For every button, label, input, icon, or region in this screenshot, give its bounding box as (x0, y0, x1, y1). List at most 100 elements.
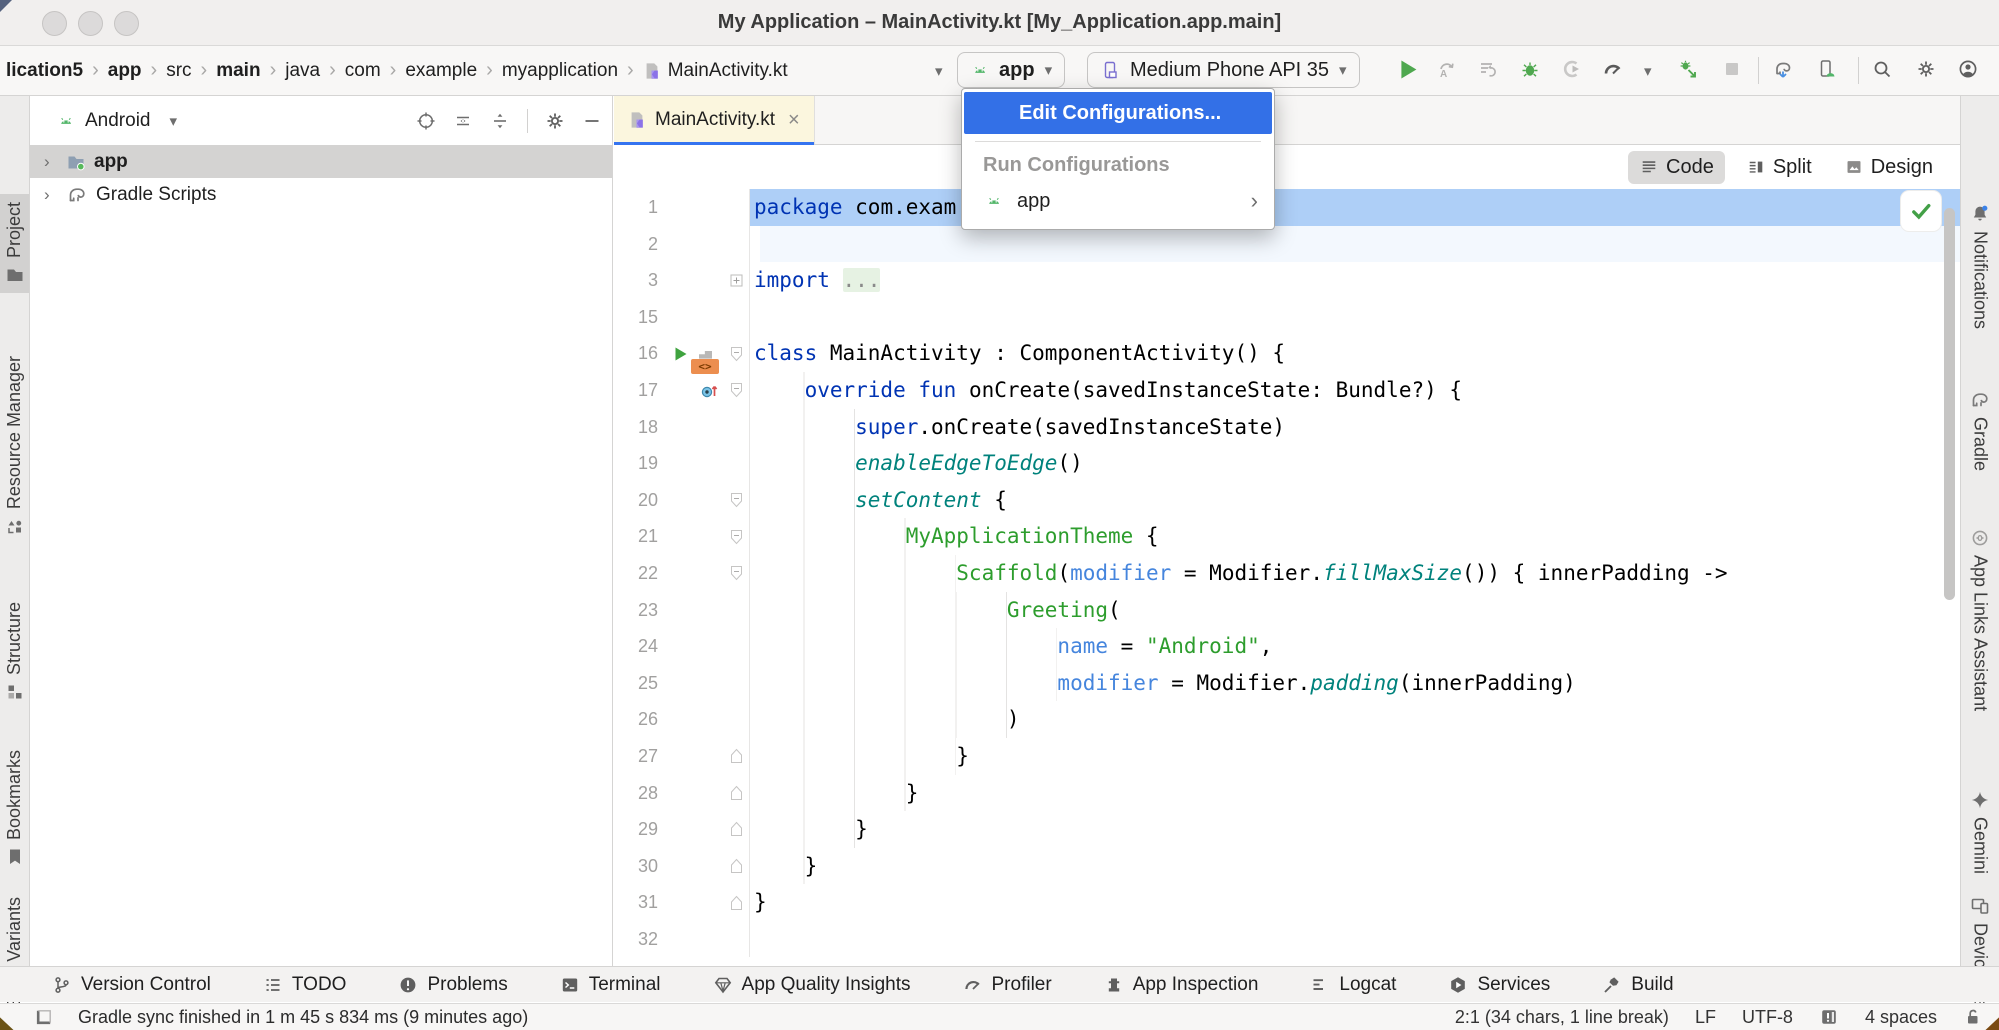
breadcrumb-item-com[interactable]: com (345, 60, 381, 82)
gauge-icon[interactable] (1602, 59, 1624, 79)
code-line[interactable]: 32 (614, 921, 1960, 958)
fold-marker-icon[interactable] (730, 382, 743, 398)
code-line[interactable]: 25 modifier = Modifier.padding(innerPadd… (614, 665, 1960, 702)
indent-widget[interactable]: 4 spaces (1865, 1007, 1937, 1028)
code-line[interactable]: 15 (614, 299, 1960, 336)
tool-button-app-inspection[interactable]: App Inspection (1104, 974, 1259, 996)
tab-code[interactable]: Code (1628, 151, 1725, 184)
tool-button-terminal[interactable]: Terminal (560, 974, 661, 996)
caret-position-widget[interactable]: 2:1 (34 chars, 1 line break) (1455, 1007, 1669, 1028)
code-line[interactable]: 28 } (614, 775, 1960, 812)
collapse-all-icon[interactable] (490, 111, 510, 131)
run-play-icon[interactable] (1396, 57, 1420, 82)
breadcrumb-item-myapplication[interactable]: myapplication (502, 60, 618, 82)
code-line[interactable]: 30 } (614, 848, 1960, 885)
sidebar-item-gemini[interactable]: Gemini (1961, 782, 1999, 882)
minimize-window-button[interactable] (78, 11, 103, 36)
fold-marker-icon[interactable] (730, 785, 743, 801)
fold-marker-icon[interactable] (730, 895, 743, 911)
fold-marker-icon[interactable] (730, 274, 743, 287)
tree-item-app[interactable]: › app (30, 145, 612, 178)
breadcrumb-item-java[interactable]: java (285, 60, 320, 82)
gradle-sync-status[interactable]: Gradle sync finished in 1 m 45 s 834 ms … (78, 1007, 528, 1028)
sidebar-item-structure[interactable]: Structure (0, 594, 29, 710)
sidebar-item-resource-manager[interactable]: Resource Manager (0, 348, 29, 544)
sidebar-item-gradle[interactable]: Gradle (1961, 382, 1999, 479)
lock-open-icon[interactable] (1963, 1007, 1983, 1027)
tool-window-layout-icon[interactable] (34, 1007, 54, 1027)
sidebar-item-app-links-assistant[interactable]: App Links Assistant (1961, 520, 1999, 719)
override-method-icon[interactable] (700, 380, 719, 400)
breadcrumb-item-lication5[interactable]: lication5 (6, 60, 83, 82)
encoding-widget[interactable]: UTF-8 (1742, 1007, 1793, 1028)
code-line[interactable]: 18 super.onCreate(savedInstanceState) (614, 409, 1960, 446)
line-separator-widget[interactable]: LF (1695, 1007, 1716, 1028)
locate-file-icon[interactable] (416, 111, 436, 131)
code-line[interactable]: 1 package com.exam (614, 189, 1960, 226)
tool-button-app-quality-insights[interactable]: App Quality Insights (713, 974, 911, 996)
notification-square-icon[interactable] (1819, 1007, 1839, 1027)
breadcrumb-item-mainactivity-kt[interactable]: MainActivity.kt (643, 60, 788, 82)
gradle-sync-icon[interactable] (1772, 59, 1794, 79)
code-line[interactable]: 23 Greeting( (614, 592, 1960, 629)
sidebar-item-bookmarks[interactable]: Bookmarks (0, 742, 29, 875)
code-line[interactable]: 19 enableEdgeToEdge() (614, 445, 1960, 482)
editor-tab-mainactivity[interactable]: MainActivity.kt × (614, 96, 815, 144)
editor-scrollbar[interactable] (1944, 208, 1955, 600)
debug-icon[interactable] (1520, 59, 1540, 79)
code-line[interactable]: 21 MyApplicationTheme { (614, 518, 1960, 555)
user-icon[interactable] (1958, 59, 1978, 79)
maximize-window-button[interactable] (114, 11, 139, 36)
tool-button-build[interactable]: Build (1602, 974, 1673, 996)
tree-item-gradle-scripts[interactable]: › Gradle Scripts (30, 178, 612, 211)
stop-icon[interactable] (1722, 59, 1742, 79)
code-line[interactable]: 17 override fun onCreate(savedInstanceSt… (614, 372, 1960, 409)
tool-button-logcat[interactable]: Logcat (1310, 974, 1396, 996)
reload-lines-icon[interactable] (1478, 59, 1498, 79)
tool-button-problems[interactable]: Problems (398, 974, 507, 996)
breadcrumb-item-app[interactable]: app (108, 60, 142, 82)
tab-design[interactable]: Design (1833, 151, 1944, 184)
code-line[interactable]: 29 } (614, 811, 1960, 848)
code-line[interactable]: 31 } (614, 884, 1960, 921)
project-view-selector[interactable]: Android ▾ (56, 110, 177, 132)
menu-item-edit-configurations[interactable]: Edit Configurations... (964, 92, 1272, 134)
profiler-chevron-down-icon[interactable]: ▾ (1644, 62, 1652, 80)
gear-icon[interactable] (1916, 59, 1936, 79)
compose-preview-icon[interactable]: <> (691, 334, 719, 374)
close-window-button[interactable] (42, 11, 67, 36)
menu-item-app[interactable]: app › (962, 181, 1274, 221)
code-line[interactable]: 2 (614, 226, 1960, 263)
chevron-right-icon[interactable]: › (44, 152, 58, 172)
fold-marker-icon[interactable] (730, 565, 743, 581)
tool-button-todo[interactable]: TODO (263, 974, 347, 996)
run-configuration-selector[interactable]: app ▾ (957, 52, 1065, 88)
inspection-status-widget[interactable] (1901, 191, 1941, 231)
search-icon[interactable] (1872, 59, 1892, 79)
fold-marker-icon[interactable] (730, 821, 743, 837)
sidebar-item-notifications[interactable]: Notifications (1961, 196, 1999, 337)
tab-split[interactable]: Split (1735, 151, 1823, 184)
hide-panel-icon[interactable] (582, 111, 602, 131)
breadcrumb-item-example[interactable]: example (405, 60, 477, 82)
code-line[interactable]: 16 <> class MainActivity : ComponentActi… (614, 335, 1960, 372)
breadcrumb-item-main[interactable]: main (216, 60, 260, 82)
device-selector[interactable]: Medium Phone API 35 ▾ (1087, 52, 1360, 88)
code-line[interactable]: 27 } (614, 738, 1960, 775)
panel-settings-icon[interactable] (545, 111, 565, 131)
fold-marker-icon[interactable] (730, 858, 743, 874)
code-line[interactable]: 20 setContent { (614, 482, 1960, 519)
build-chevron-down-icon[interactable]: ▾ (935, 62, 943, 80)
shield-play-icon[interactable] (1562, 59, 1582, 79)
fold-marker-icon[interactable] (730, 492, 743, 508)
apply-changes-icon[interactable]: A (1436, 59, 1456, 79)
breadcrumb-item-src[interactable]: src (166, 60, 191, 82)
code-line[interactable]: 26 ) (614, 701, 1960, 738)
fold-marker-icon[interactable] (730, 529, 743, 545)
tool-button-services[interactable]: Services (1448, 974, 1550, 996)
expand-all-icon[interactable] (453, 111, 473, 131)
code-editor[interactable]: 1 package com.exam2 3 import ...15 16 <>… (614, 189, 1960, 957)
chevron-right-icon[interactable]: › (44, 185, 58, 205)
attach-debug-icon[interactable] (1678, 59, 1698, 79)
tool-button-profiler[interactable]: Profiler (963, 974, 1052, 996)
